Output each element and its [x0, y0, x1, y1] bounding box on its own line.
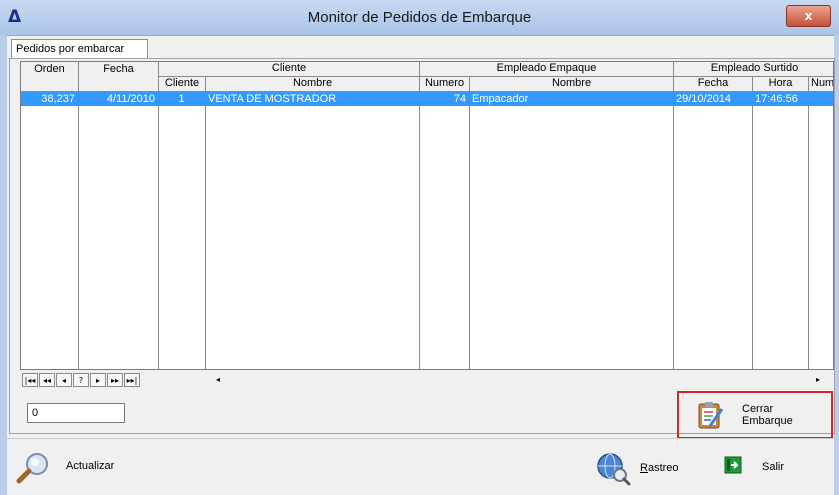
- column-divider: [469, 92, 470, 369]
- col-header-empaque-nombre[interactable]: Nombre: [470, 77, 674, 92]
- nav-prev-button[interactable]: ◂: [56, 373, 72, 387]
- nav-next-page-button[interactable]: ▸▸: [107, 373, 123, 387]
- nav-search-button[interactable]: ?: [73, 373, 89, 387]
- cerrar-label-line2: Embarque: [742, 415, 793, 427]
- window-frame-left: [0, 35, 7, 495]
- count-field[interactable]: 0: [27, 403, 125, 423]
- rastreo-label: astreo: [647, 462, 679, 474]
- cell-cliente-nombre: VENTA DE MOSTRADOR: [208, 93, 337, 105]
- divider: [7, 438, 836, 439]
- rastreo-accelerator: R: [640, 462, 648, 474]
- col-header-surtido-hora[interactable]: Hora: [753, 77, 809, 92]
- scroll-left-button[interactable]: ◂: [210, 373, 226, 387]
- close-button[interactable]: x: [786, 5, 831, 27]
- table-row[interactable]: 38,237 4/11/2010 1 VENTA DE MOSTRADOR 74…: [21, 92, 833, 106]
- cell-empaque-numero: 74: [453, 93, 466, 105]
- cerrar-embarque-label: Cerrar Embarque: [742, 403, 793, 427]
- exit-door-icon[interactable]: [724, 456, 742, 474]
- cell-surtido-hora: 17:46:56: [755, 93, 798, 105]
- cell-surtido-fecha: 29/10/2014: [676, 93, 732, 105]
- col-group-empleado-surtido: Empleado Surtido: [674, 62, 833, 77]
- column-divider: [752, 92, 753, 369]
- column-divider: [78, 92, 79, 369]
- cell-cliente: 1: [178, 93, 185, 105]
- nav-next-button[interactable]: ▸: [90, 373, 106, 387]
- col-group-empleado-empaque: Empleado Empaque: [420, 62, 674, 77]
- column-divider: [158, 92, 159, 369]
- orders-grid[interactable]: Orden Fecha Cliente Cliente Nombre Emple…: [20, 61, 834, 370]
- salir-button[interactable]: Salir: [762, 461, 784, 473]
- nav-last-button[interactable]: ▸▸|: [124, 373, 140, 387]
- col-header-fecha[interactable]: Fecha: [79, 62, 159, 92]
- column-divider: [205, 92, 206, 369]
- cell-fecha: 4/11/2010: [106, 93, 155, 105]
- col-header-cliente[interactable]: Cliente: [159, 77, 206, 92]
- col-header-surtido-num[interactable]: Num: [809, 77, 833, 92]
- col-group-cliente: Cliente: [159, 62, 420, 77]
- magnifier-icon[interactable]: [15, 452, 51, 484]
- globe-magnifier-icon[interactable]: [595, 452, 631, 486]
- col-header-surtido-fecha[interactable]: Fecha: [674, 77, 753, 92]
- clipboard-pencil-icon: [698, 402, 724, 429]
- cerrar-label-line1: Cerrar: [742, 403, 774, 415]
- cell-orden: 38,237: [41, 93, 75, 105]
- tab-pedidos-por-embarcar[interactable]: Pedidos por embarcar: [11, 39, 148, 59]
- rastreo-button[interactable]: Rastreo: [640, 462, 679, 474]
- window-title: Monitor de Pedidos de Embarque: [307, 9, 532, 26]
- actualizar-button[interactable]: Actualizar: [66, 460, 114, 472]
- column-divider: [419, 92, 420, 369]
- cell-empaque-nombre: Empacador: [472, 93, 529, 105]
- grid-navigator: |◂◂ ◂◂ ◂ ? ▸ ▸▸ ▸▸| ◂ ▸: [20, 371, 834, 388]
- column-divider: [673, 92, 674, 369]
- nav-first-button[interactable]: |◂◂: [22, 373, 38, 387]
- title-bar: Δ Monitor de Pedidos de Embarque x: [0, 0, 839, 36]
- col-header-empaque-numero[interactable]: Numero: [420, 77, 470, 92]
- col-header-cliente-nombre[interactable]: Nombre: [206, 77, 420, 92]
- col-header-orden[interactable]: Orden: [21, 62, 79, 92]
- nav-prev-page-button[interactable]: ◂◂: [39, 373, 55, 387]
- horizontal-scrollbar[interactable]: ◂ ▸: [210, 373, 830, 387]
- column-divider: [808, 92, 809, 369]
- scroll-right-button[interactable]: ▸: [810, 373, 826, 387]
